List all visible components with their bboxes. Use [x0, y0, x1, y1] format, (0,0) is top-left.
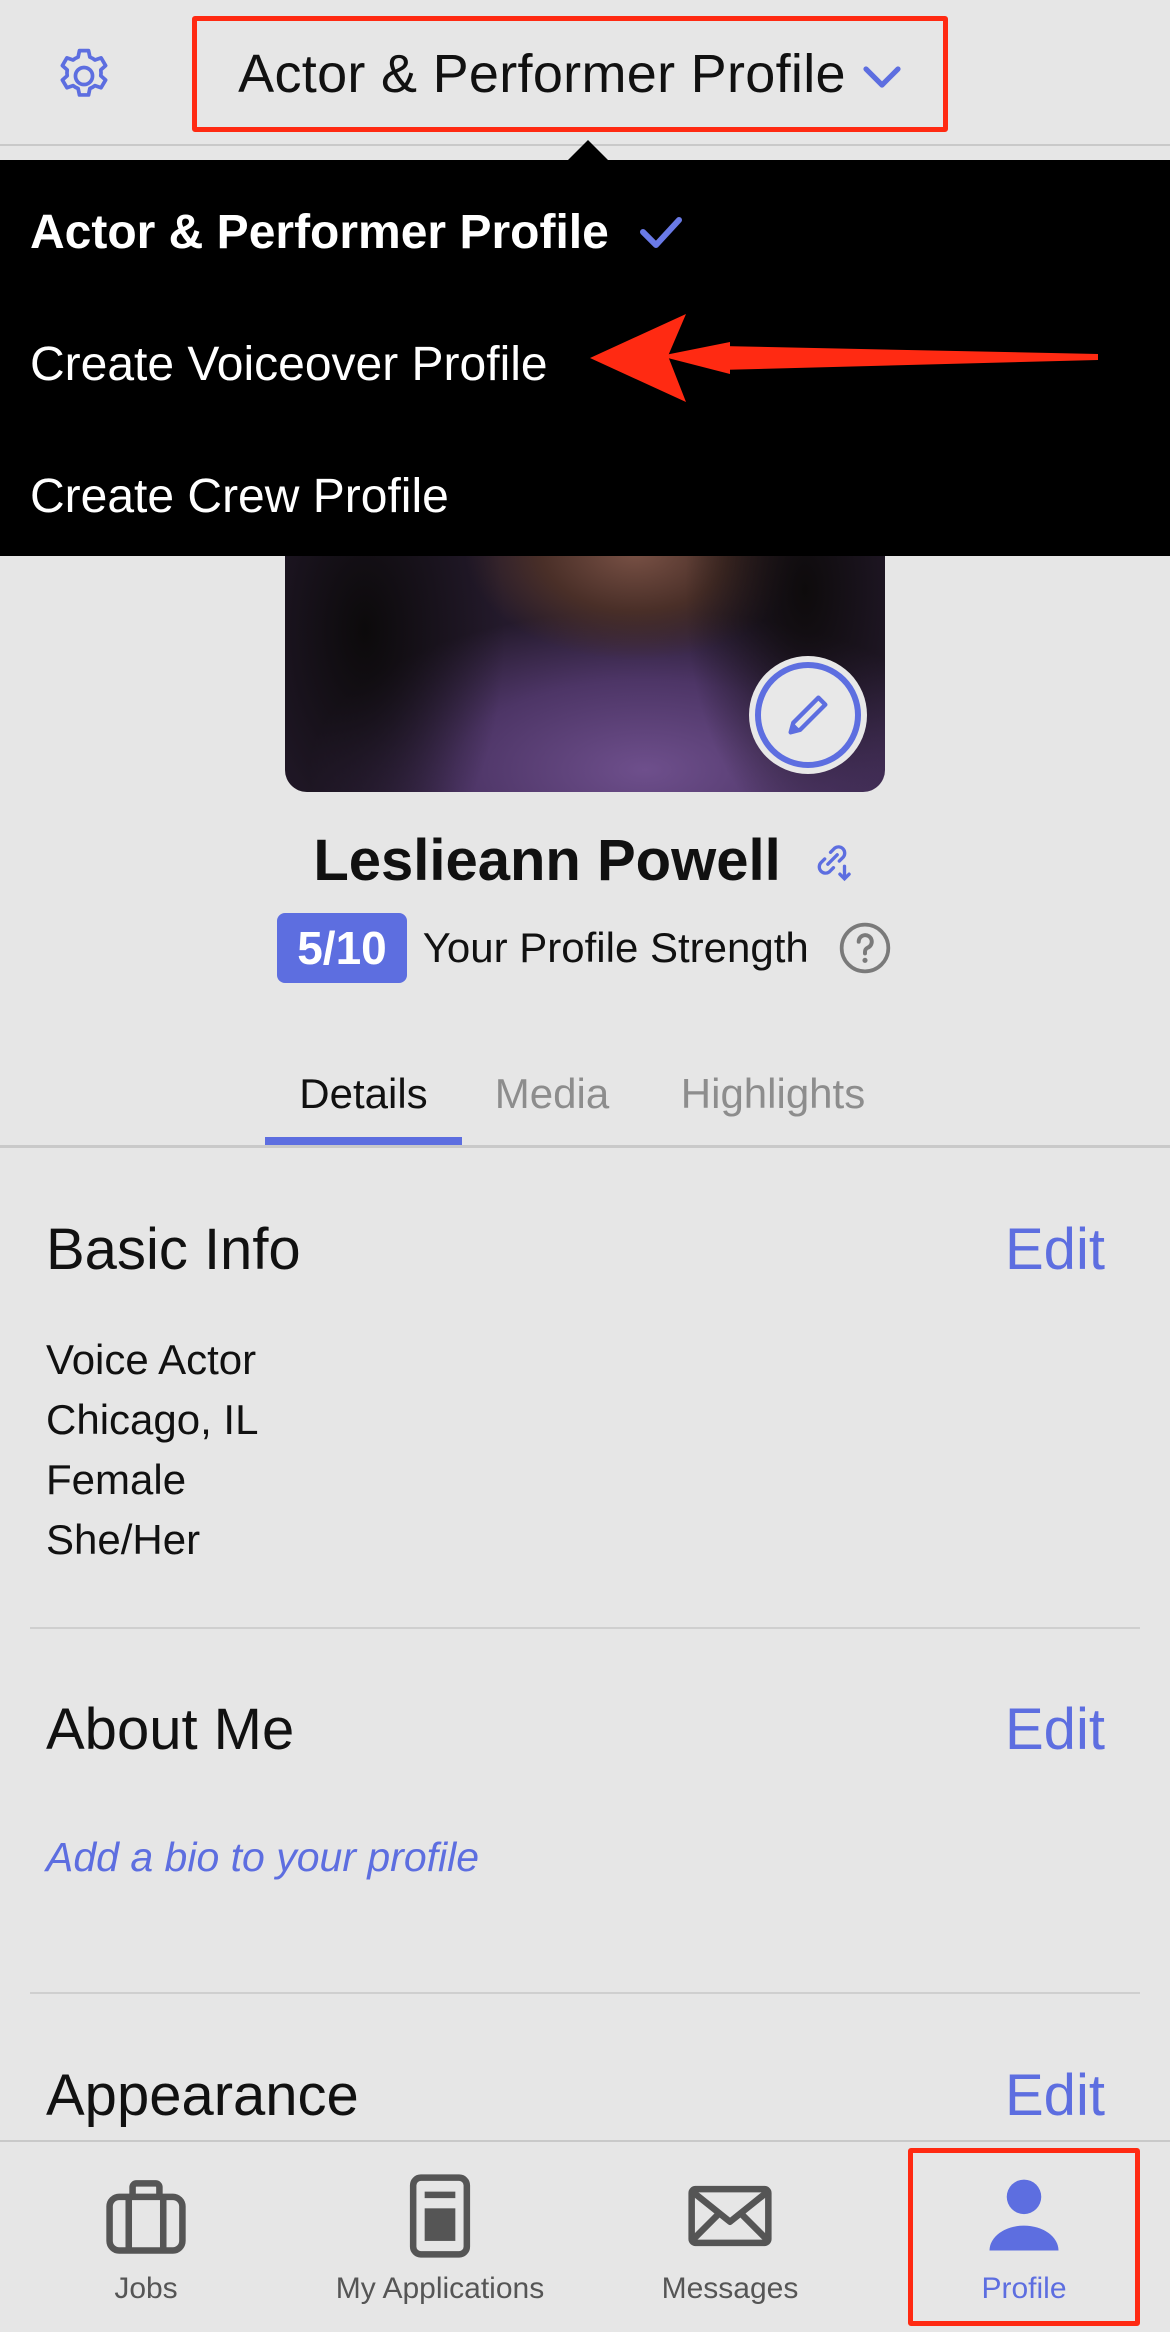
- tab-media[interactable]: Media: [472, 1040, 632, 1148]
- appearance-title: Appearance: [46, 2063, 359, 2128]
- nav-label: My Applications: [335, 2272, 545, 2305]
- add-bio-prompt[interactable]: Add a bio to your profile: [46, 1834, 479, 1881]
- nav-label: Jobs: [114, 2272, 178, 2305]
- basic-info-title: Basic Info: [46, 1217, 301, 1282]
- basic-info-edit-button[interactable]: Edit: [1005, 1216, 1105, 1283]
- link-icon[interactable]: [807, 835, 857, 885]
- checkmark-icon: [639, 217, 682, 248]
- edit-photo-button[interactable]: [755, 662, 861, 768]
- profile-switcher-button[interactable]: Actor & Performer Profile: [192, 16, 948, 132]
- menu-item-label: Actor & Performer Profile: [30, 205, 609, 259]
- person-icon: [989, 2179, 1059, 2251]
- section-divider: [30, 1992, 1140, 1994]
- briefcase-icon: [106, 2180, 186, 2254]
- pencil-icon: [788, 695, 828, 735]
- nav-label: Messages: [661, 2272, 799, 2305]
- bottom-tab-bar: Jobs My Applications Messages Profile: [0, 2140, 1170, 2332]
- clipboard-icon: [409, 2174, 471, 2258]
- menu-item-create-crew-profile[interactable]: Create Crew Profile: [0, 430, 1170, 562]
- menu-item-label: Create Crew Profile: [30, 469, 449, 523]
- menu-item-actor-performer-profile[interactable]: Actor & Performer Profile: [0, 166, 1170, 298]
- dropdown-caret: [566, 140, 610, 162]
- profile-tabs: Details Media Highlights: [0, 1040, 1170, 1148]
- app-header: Actor & Performer Profile: [0, 0, 1170, 146]
- appearance-edit-button[interactable]: Edit: [1005, 2062, 1105, 2129]
- question-circle-icon[interactable]: [837, 920, 893, 976]
- profile-name-row: Leslieann Powell: [0, 820, 1170, 900]
- profile-strength-row: 5/10 Your Profile Strength: [0, 912, 1170, 984]
- about-me-edit-button[interactable]: Edit: [1005, 1696, 1105, 1763]
- gear-icon[interactable]: [52, 44, 116, 108]
- menu-item-label: Create Voiceover Profile: [30, 337, 548, 391]
- tab-highlights[interactable]: Highlights: [660, 1040, 886, 1148]
- profile-strength-badge: 5/10: [277, 913, 407, 983]
- profile-strength-label: Your Profile Strength: [422, 924, 809, 971]
- basic-info-pronouns: She/Her: [46, 1516, 201, 1563]
- tab-details[interactable]: Details: [265, 1040, 462, 1148]
- basic-info-location: Chicago, IL: [46, 1396, 259, 1443]
- chevron-down-icon: [863, 66, 901, 88]
- nav-my-applications[interactable]: My Applications: [300, 2142, 580, 2332]
- active-tab-indicator: [265, 1137, 462, 1145]
- page-title: Actor & Performer Profile: [238, 44, 846, 104]
- nav-messages[interactable]: Messages: [630, 2142, 830, 2332]
- basic-info-occupation: Voice Actor: [46, 1336, 257, 1383]
- section-divider: [30, 1627, 1140, 1629]
- annotation-arrow-icon: [590, 314, 1098, 402]
- envelope-icon: [688, 2185, 772, 2247]
- nav-profile[interactable]: Profile: [924, 2142, 1124, 2332]
- profile-name: Leslieann Powell: [313, 827, 781, 893]
- nav-label: Profile: [981, 2272, 1067, 2305]
- nav-jobs[interactable]: Jobs: [46, 2142, 246, 2332]
- about-me-title: About Me: [46, 1697, 295, 1762]
- basic-info-gender: Female: [46, 1456, 187, 1503]
